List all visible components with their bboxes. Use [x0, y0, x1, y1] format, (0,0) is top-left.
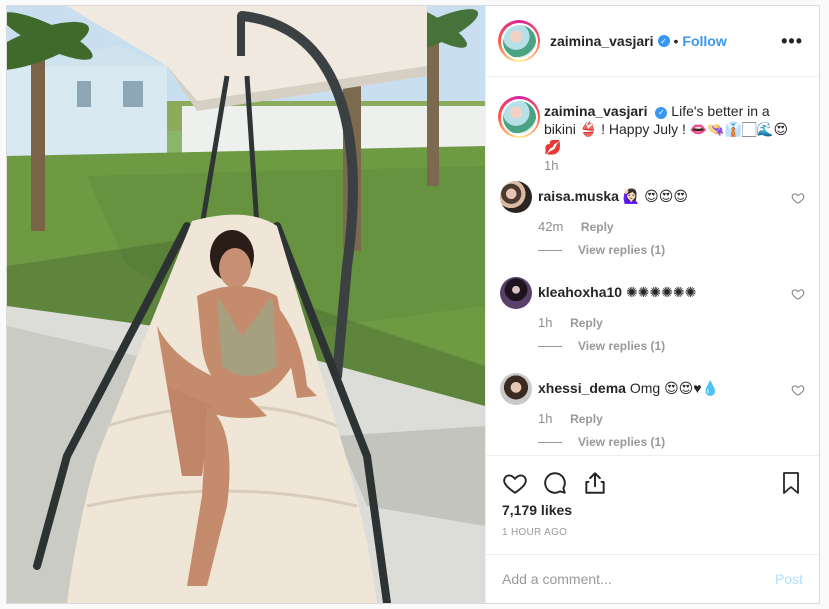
caption-time[interactable]: 1h: [544, 158, 558, 173]
view-replies-button[interactable]: View replies (1): [538, 243, 665, 257]
reply-button[interactable]: Reply: [581, 220, 614, 234]
reply-button[interactable]: Reply: [570, 412, 603, 426]
comment-body: Omg 😍😍♥💧: [629, 380, 720, 396]
commenter-username[interactable]: xhessi_dema: [538, 380, 626, 396]
comment-text: kleahoxha10 ✺✺✺✺✺✺: [538, 283, 696, 301]
action-icons: [502, 470, 803, 496]
bookmark-icon[interactable]: [779, 470, 803, 496]
comment-text: xhessi_dema Omg 😍😍♥💧: [538, 379, 719, 397]
view-replies-label[interactable]: View replies (1): [578, 339, 665, 353]
comment-icon[interactable]: [542, 470, 568, 496]
post-timestamp: 1 HOUR AGO: [502, 527, 568, 538]
post-actions: 7,179 likes 1 HOUR AGO: [486, 455, 819, 555]
comment-time[interactable]: 42m: [538, 219, 563, 234]
instagram-post: zaimina_vasjari ✓ • Follow ••• zaimina_v…: [6, 5, 820, 604]
view-replies-button[interactable]: View replies (1): [538, 435, 665, 449]
comments-list[interactable]: zaimina_vasjari ✓ Life's better in a bik…: [486, 78, 819, 454]
view-replies-button[interactable]: View replies (1): [538, 339, 665, 353]
view-replies-line: [538, 346, 562, 348]
view-replies-label[interactable]: View replies (1): [578, 435, 665, 449]
view-replies-line: [538, 442, 562, 444]
caption-username[interactable]: zaimina_vasjari: [544, 103, 648, 119]
share-icon[interactable]: [582, 470, 608, 496]
reply-button[interactable]: Reply: [570, 316, 603, 330]
follow-button[interactable]: Follow: [682, 33, 726, 49]
more-options-icon[interactable]: •••: [781, 31, 803, 52]
comment-like-heart-icon[interactable]: [791, 191, 805, 205]
post-photo-illustration: [7, 6, 485, 603]
header-separator: •: [673, 33, 679, 49]
commenter-avatar[interactable]: [500, 373, 532, 405]
author-username[interactable]: zaimina_vasjari: [550, 33, 654, 49]
add-comment-bar: Post: [486, 554, 819, 603]
post-photo[interactable]: [7, 6, 485, 603]
comment-like-heart-icon[interactable]: [791, 287, 805, 301]
add-comment-input[interactable]: [502, 565, 752, 593]
comment-body: ✺✺✺✺✺✺: [625, 284, 697, 300]
view-replies-line: [538, 250, 562, 252]
author-avatar[interactable]: [498, 20, 540, 62]
commenter-avatar[interactable]: [500, 277, 532, 309]
post-header: zaimina_vasjari ✓ • Follow •••: [486, 6, 819, 77]
likes-count[interactable]: 7,179 likes: [502, 502, 572, 518]
comment-meta: 1h Reply: [538, 411, 603, 426]
verified-badge-icon: ✓: [655, 107, 668, 119]
comment-like-heart-icon[interactable]: [791, 383, 805, 397]
comment-meta: 1h Reply: [538, 315, 603, 330]
comment-time[interactable]: 1h: [538, 411, 552, 426]
caption-text: zaimina_vasjari ✓ Life's better in a bik…: [544, 102, 794, 156]
comment-item: raisa.muska 🙋🏻‍♀️ 😍😍😍 42m Reply View rep…: [500, 181, 805, 261]
comment-item: kleahoxha10 ✺✺✺✺✺✺ 1h Reply View replies…: [500, 277, 805, 357]
view-replies-label[interactable]: View replies (1): [578, 243, 665, 257]
verified-badge-icon: ✓: [657, 35, 670, 47]
comment-meta: 42m Reply: [538, 219, 614, 234]
commenter-username[interactable]: kleahoxha10: [538, 284, 622, 300]
caption-avatar[interactable]: [498, 96, 540, 138]
commenter-username[interactable]: raisa.muska: [538, 188, 619, 204]
post-side-panel: zaimina_vasjari ✓ • Follow ••• zaimina_v…: [485, 6, 819, 603]
heart-icon[interactable]: [502, 470, 528, 496]
comment-body: 🙋🏻‍♀️ 😍😍😍: [622, 188, 688, 204]
comment-item: xhessi_dema Omg 😍😍♥💧 1h Reply View repli…: [500, 373, 805, 453]
post-comment-button[interactable]: Post: [775, 571, 803, 587]
commenter-avatar[interactable]: [500, 181, 532, 213]
comment-text: raisa.muska 🙋🏻‍♀️ 😍😍😍: [538, 187, 688, 205]
comment-time[interactable]: 1h: [538, 315, 552, 330]
